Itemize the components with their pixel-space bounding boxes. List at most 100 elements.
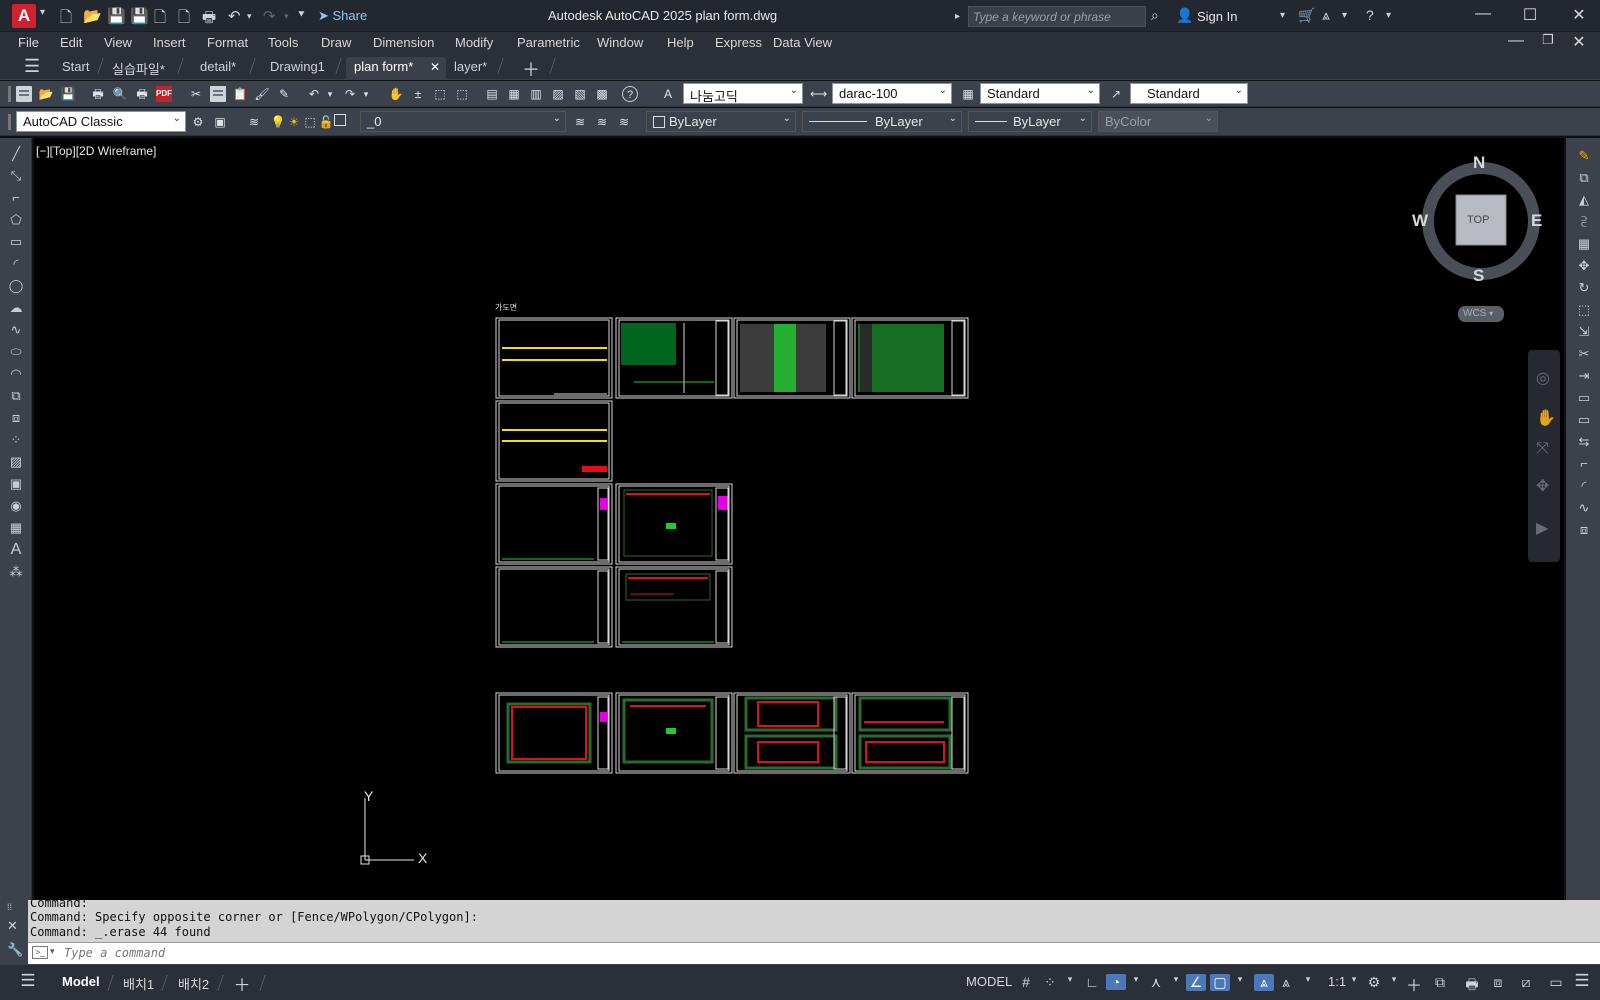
object-snap-tracking-icon[interactable]: ∠ (1186, 974, 1206, 991)
object-snap-icon[interactable]: ▢ (1210, 974, 1230, 991)
multileader-style-select[interactable]: Standard ⌄ (1130, 83, 1248, 104)
match-properties-icon[interactable]: 🖌 (254, 86, 270, 102)
spline-icon[interactable]: ∿ (7, 322, 25, 338)
open-icon[interactable]: 📂 (38, 86, 54, 102)
save-as-icon[interactable]: 💾 (130, 7, 149, 25)
extend-icon[interactable]: ⇥ (1575, 368, 1593, 384)
close-window-icon[interactable]: ✕ (1569, 5, 1589, 25)
tab-drawing1[interactable]: Drawing1 (262, 57, 333, 79)
layer-states-icon[interactable]: ≋ (616, 114, 632, 130)
menu-window[interactable]: Window (597, 35, 643, 50)
offset-icon[interactable]: ⫔ (1575, 214, 1593, 230)
menu-format[interactable]: Format (207, 35, 248, 50)
markup-icon[interactable]: ▧ (572, 86, 588, 102)
circle-icon[interactable]: ◯ (7, 278, 25, 294)
tab-layer[interactable]: layer* (446, 57, 495, 79)
menu-insert[interactable]: Insert (153, 35, 186, 50)
plot-icon[interactable]: 🖶 (90, 86, 106, 102)
zoom-window-icon[interactable]: ⬚ (432, 86, 448, 102)
plot-preview-icon[interactable]: 🔍 (112, 86, 128, 102)
help-dropdown-icon[interactable]: ▾ (1386, 10, 1391, 21)
drawing-canvas[interactable]: 가도면 Y X (34, 138, 1564, 900)
tab-plan-form[interactable]: plan form* ✕ (346, 57, 446, 79)
undo-dropdown-icon[interactable]: ▾ (322, 86, 338, 102)
menu-help[interactable]: Help (667, 35, 694, 50)
isometric-drafting-icon[interactable]: ⋏ (1146, 974, 1166, 991)
clean-screen-icon[interactable]: ▣ (212, 114, 228, 130)
menu-parametric[interactable]: Parametric (517, 35, 580, 50)
design-center-icon[interactable]: ▦ (506, 86, 522, 102)
construction-line-icon[interactable]: ⤡ (7, 168, 25, 184)
snap-icon[interactable]: ⁘ (1040, 974, 1060, 991)
dimension-style-icon[interactable]: ⟷ (810, 86, 827, 102)
customization-menu-icon[interactable]: ☰ (1572, 971, 1592, 991)
help-icon[interactable]: ? (622, 86, 638, 102)
viewport-controls-label[interactable]: [−][Top][2D Wireframe] (36, 144, 156, 158)
move-icon[interactable]: ✥ (1575, 258, 1593, 274)
steering-wheel-icon[interactable]: ◎ (1536, 368, 1550, 388)
arc-icon[interactable]: ◜ (7, 256, 25, 272)
multileader-style-icon[interactable]: ↗ (1108, 86, 1124, 102)
ortho-icon[interactable]: ∟ (1082, 974, 1102, 990)
tab-start[interactable]: Start (54, 57, 97, 79)
ellipse-icon[interactable]: ⬭ (7, 344, 25, 360)
fillet-icon[interactable]: ◜ (1575, 478, 1593, 494)
qnew-icon[interactable] (16, 86, 32, 102)
explode-icon[interactable]: ⧈ (1575, 522, 1593, 538)
hatch-icon[interactable]: ▨ (7, 454, 25, 470)
pdf-export-icon[interactable]: PDF (156, 86, 172, 102)
isolate-objects-icon[interactable]: ⧈ (1488, 974, 1508, 991)
redo-dropdown-icon[interactable]: ▾ (358, 86, 374, 102)
doc-minimize-icon[interactable]: — (1506, 32, 1526, 50)
command-close-icon[interactable]: ✕ (7, 918, 18, 934)
table-icon[interactable]: ▦ (7, 520, 25, 536)
new-tab-icon[interactable]: ＋ (514, 54, 548, 80)
make-object-layer-current-icon[interactable]: ≋ (572, 114, 588, 130)
doc-restore-icon[interactable]: ❐ (1538, 32, 1558, 48)
pan-icon[interactable]: ✋ (388, 86, 404, 102)
minimize-icon[interactable]: — (1473, 5, 1493, 23)
rectangle-icon[interactable]: ▭ (7, 234, 25, 250)
command-prompt-icon[interactable]: >_ (32, 946, 48, 959)
save-icon[interactable]: 💾 (107, 7, 126, 25)
layer-on-bulb-icon[interactable]: 💡 (270, 114, 286, 130)
dimension-style-select[interactable]: darac-100 ⌄ (832, 83, 952, 104)
menu-dimension[interactable]: Dimension (373, 35, 434, 50)
sheet-set-icon[interactable]: ▨ (550, 86, 566, 102)
share-button[interactable]: ➤ Share (318, 8, 367, 24)
viewcube-top-face[interactable]: TOP (1467, 214, 1489, 226)
line-icon[interactable]: ╱ (7, 146, 25, 162)
menu-view[interactable]: View (104, 35, 132, 50)
sign-in-button[interactable]: Sign In (1197, 9, 1237, 24)
graphics-performance-icon[interactable]: ⧄ (1516, 974, 1536, 991)
signin-dropdown-icon[interactable]: ▾ (1280, 10, 1285, 21)
search-icon[interactable]: ⌕ (1151, 7, 1159, 24)
workspace-switch-icon[interactable]: ⚙ (1364, 974, 1384, 991)
stretch-icon[interactable]: ⇲ (1575, 324, 1593, 340)
block-editor-icon[interactable]: ✎ (276, 86, 292, 102)
model-tab[interactable]: Model (62, 974, 100, 989)
plot-style-control-select[interactable]: ByColor ⌄ (1098, 111, 1218, 132)
trim-icon[interactable]: ✂ (1575, 346, 1593, 362)
clean-screen-toggle-icon[interactable]: ▭ (1546, 974, 1566, 991)
search-input[interactable]: Type a keyword or phrase (968, 6, 1146, 27)
wcs-menu[interactable]: WCS ▾ (1458, 306, 1504, 322)
layout-list-icon[interactable]: ☰ (18, 971, 38, 991)
viewcube-north[interactable]: N (1473, 153, 1485, 173)
polar-dropdown-icon[interactable]: ▾ (1126, 974, 1146, 985)
zoom-extents-icon[interactable]: ⤧ (1536, 440, 1549, 458)
ellipse-arc-icon[interactable]: ◠ (7, 366, 25, 382)
redo-icon[interactable]: ↷ (263, 7, 276, 25)
menu-file[interactable]: File (18, 35, 39, 50)
open-file-icon[interactable]: 📂 (83, 7, 102, 25)
model-space-toggle[interactable]: MODEL (966, 974, 1012, 989)
open-web-icon[interactable]: 🗋 (154, 7, 166, 32)
viewcube-west[interactable]: W (1412, 211, 1428, 231)
tab-practice-file[interactable]: 실습파일* (104, 57, 173, 79)
layout2-tab[interactable]: 배치2 (178, 974, 209, 993)
autocad-app-button[interactable]: A (12, 4, 36, 28)
auto-scale-icon[interactable]: ⩓ (1276, 974, 1296, 991)
layer-viewport-freeze-icon[interactable]: ⬚ (302, 114, 318, 130)
cart-icon[interactable]: 🛒 (1298, 7, 1315, 24)
a360-dropdown-icon[interactable]: ▾ (1342, 10, 1347, 21)
